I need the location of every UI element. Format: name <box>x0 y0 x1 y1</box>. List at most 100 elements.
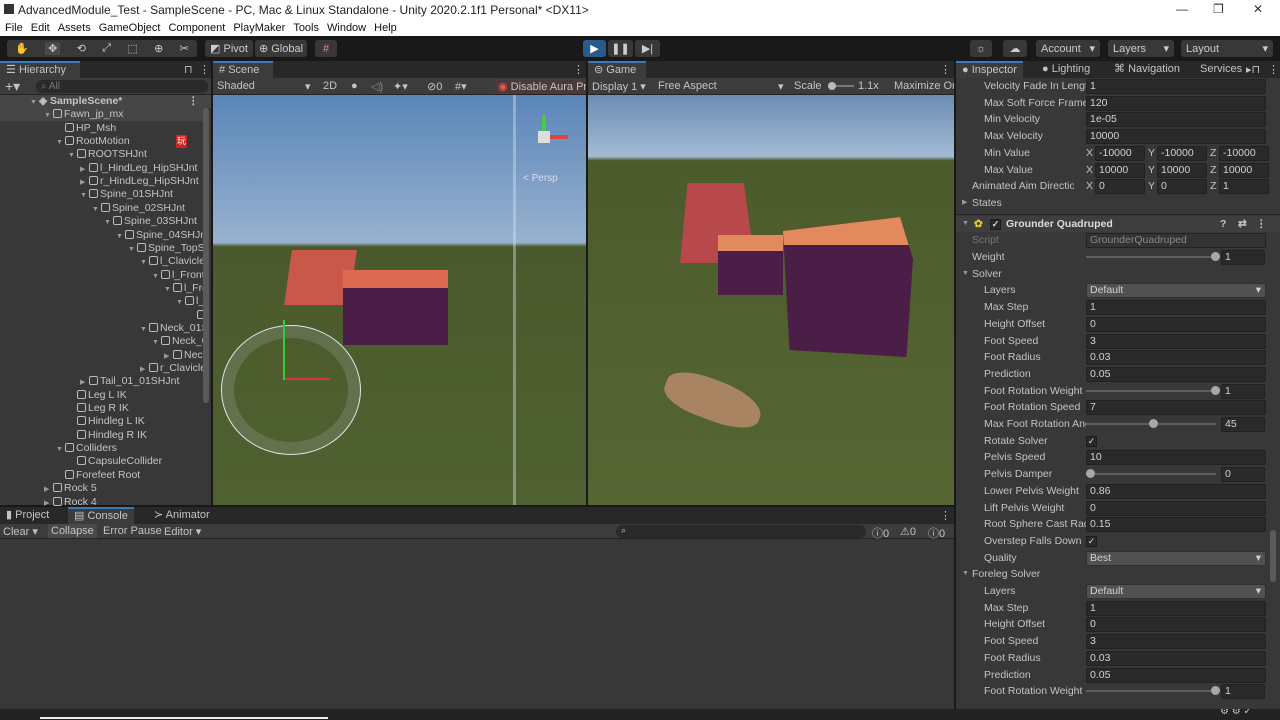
cloud-icon[interactable]: ☁ <box>1003 40 1027 57</box>
step-button[interactable]: ▶| <box>635 40 660 57</box>
more-menu-icon[interactable]: ⋮ <box>940 509 951 522</box>
hierarchy-item[interactable]: Leg L IK <box>0 389 205 402</box>
hierarchy-item[interactable]: ▼ l_ <box>0 295 205 308</box>
rect-tool-icon[interactable]: ⬚ <box>127 42 137 55</box>
hidden-objects-icon[interactable]: ⊘0 <box>427 80 442 93</box>
display-dropdown[interactable]: Display 1 ▾ <box>592 80 646 93</box>
text-input[interactable]: 7 <box>1086 400 1266 416</box>
expanded-arrow-icon[interactable]: ▼ <box>962 566 969 582</box>
hierarchy-item[interactable]: ▼ Spine_TopSHJnt <box>0 242 205 255</box>
grid-icon[interactable]: #▾ <box>455 80 467 93</box>
slider[interactable] <box>1086 686 1220 696</box>
more-menu-icon[interactable]: ⋮ <box>199 63 210 76</box>
menu-window[interactable]: Window <box>327 22 366 34</box>
error-filter-toggle[interactable]: ⓘ0 <box>928 525 945 541</box>
shading-dropdown[interactable]: Shaded ▾ <box>217 80 313 93</box>
expanded-arrow-icon[interactable]: ▼ <box>56 136 65 148</box>
expanded-arrow-icon[interactable]: ▼ <box>176 296 185 308</box>
menu-file[interactable]: File <box>5 22 23 34</box>
text-input[interactable]: 3 <box>1086 634 1266 650</box>
tab-project[interactable]: ▮ Project <box>0 507 55 524</box>
vector-x-input[interactable]: 0 <box>1095 179 1145 195</box>
persp-label[interactable]: < Persp <box>523 173 558 184</box>
collapsed-arrow-icon[interactable]: ▶ <box>962 195 967 211</box>
collapsed-arrow-icon[interactable]: ▶ <box>44 483 53 495</box>
scene-viewport[interactable]: < Persp <box>213 95 586 505</box>
hierarchy-item[interactable]: ▼ Spine_02SHJnt <box>0 202 205 215</box>
text-input[interactable]: 0.05 <box>1086 667 1266 683</box>
hierarchy-item[interactable]: ▶ Neck_03SHJnt <box>0 349 205 362</box>
hierarchy-item[interactable]: ▼ l_FrontLeg <box>0 269 205 282</box>
tab-inspector[interactable]: ● Inspector <box>956 61 1023 78</box>
slider-knob[interactable] <box>1211 385 1220 395</box>
move-gizmo-y[interactable] <box>283 320 285 380</box>
hierarchy-item[interactable]: ▼ Fawn_jp_mx <box>0 108 205 122</box>
custom-tool-icon[interactable]: ✂ <box>180 42 189 55</box>
hierarchy-item[interactable]: HP_Msh <box>0 122 205 135</box>
tab-services[interactable]: Services <box>1194 61 1244 78</box>
help-icon[interactable]: ? <box>1220 216 1226 232</box>
text-input[interactable]: 1 <box>1086 79 1266 94</box>
expanded-arrow-icon[interactable]: ▼ <box>92 203 101 215</box>
expanded-arrow-icon[interactable]: ▼ <box>128 243 137 255</box>
slider[interactable] <box>1086 252 1220 261</box>
hierarchy-item[interactable]: ▼ Spine_03SHJnt <box>0 215 205 228</box>
text-input[interactable]: 1 <box>1086 300 1266 316</box>
text-input[interactable]: 0.03 <box>1086 650 1266 666</box>
console-search-input[interactable]: ⌕ <box>616 525 866 538</box>
checkbox[interactable]: ✓ <box>1086 435 1097 447</box>
menu-component[interactable]: Component <box>168 22 225 34</box>
text-input[interactable]: 1 <box>1086 600 1266 616</box>
hierarchy-item[interactable]: ▶ l_HindLeg_HipSHJnt <box>0 162 205 175</box>
slider-knob[interactable] <box>1211 252 1220 261</box>
expanded-arrow-icon[interactable]: ▼ <box>44 109 53 121</box>
hierarchy-item[interactable]: ▼ Neck_01SHJnt <box>0 322 205 335</box>
scale-slider[interactable] <box>828 82 854 90</box>
hand-tool-icon[interactable]: ✋ <box>15 42 29 55</box>
tab-scene[interactable]: # Scene <box>213 61 273 78</box>
menu-tools[interactable]: Tools <box>293 22 319 34</box>
menu-help[interactable]: Help <box>374 22 397 34</box>
lighting-toggle-icon[interactable]: ● <box>351 80 358 92</box>
maximize-on-play-toggle[interactable]: Maximize On Play <box>894 80 954 92</box>
hierarchy-item[interactable]: Hindleg R IK <box>0 429 205 442</box>
collapsed-arrow-icon[interactable]: ▶ <box>140 363 149 375</box>
slider-value-input[interactable]: 0 <box>1221 467 1265 483</box>
expanded-arrow-icon[interactable]: ▼ <box>152 270 161 282</box>
collab-icon[interactable]: ☼ <box>970 40 992 57</box>
hierarchy-item[interactable]: ▼ Spine_01SHJnt <box>0 188 205 201</box>
more-menu-icon[interactable]: ⋮ <box>940 63 951 76</box>
effects-icon[interactable]: ✦▾ <box>393 80 408 93</box>
text-input[interactable]: 0.03 <box>1086 350 1266 366</box>
text-input[interactable]: 0.05 <box>1086 366 1266 382</box>
text-input[interactable]: 0 <box>1086 316 1266 332</box>
dropdown[interactable]: Default ▾ <box>1086 283 1266 299</box>
snap-button[interactable]: # <box>315 40 337 57</box>
collapsed-arrow-icon[interactable]: ▶ <box>80 163 89 175</box>
hierarchy-item[interactable]: ▶ r_HindLeg_HipSHJnt <box>0 175 205 188</box>
slider[interactable] <box>1086 385 1220 395</box>
game-viewport[interactable] <box>588 95 954 505</box>
collapsed-arrow-icon[interactable]: ▶ <box>80 376 89 388</box>
hierarchy-item[interactable]: ▶ Rock 5 <box>0 482 205 495</box>
aspect-dropdown[interactable]: Free Aspect ▾ <box>658 80 788 93</box>
tab-game[interactable]: ⊜ Game <box>588 61 646 78</box>
expanded-arrow-icon[interactable]: ▼ <box>80 189 89 201</box>
text-input[interactable]: 0 <box>1086 500 1266 516</box>
slider-value-input[interactable]: 45 <box>1221 417 1265 432</box>
slider-knob[interactable] <box>1148 419 1158 428</box>
expanded-arrow-icon[interactable]: ▼ <box>140 323 149 335</box>
hierarchy-scrollbar[interactable] <box>203 108 209 403</box>
inspector-scrollbar[interactable] <box>1270 530 1276 582</box>
menu-gameobject[interactable]: GameObject <box>99 22 161 34</box>
clear-button[interactable]: Clear ▾ <box>3 525 38 538</box>
editor-dropdown[interactable]: Editor ▾ <box>164 525 201 538</box>
hierarchy-item[interactable]: ▼ Neck_02SHJnt <box>0 335 205 348</box>
hierarchy-item[interactable]: ▶ Tail_01_01SHJnt <box>0 375 205 388</box>
expanded-arrow-icon[interactable]: ▼ <box>164 283 173 295</box>
account-dropdown[interactable]: Account ▾ <box>1036 40 1100 57</box>
scene-menu-icon[interactable]: ⋮ <box>188 95 199 108</box>
preset-icon[interactable]: ⇄ <box>1238 216 1247 232</box>
hierarchy-item[interactable]: Forefeet Root <box>0 469 205 482</box>
pause-button[interactable]: ❚❚ <box>608 40 633 57</box>
